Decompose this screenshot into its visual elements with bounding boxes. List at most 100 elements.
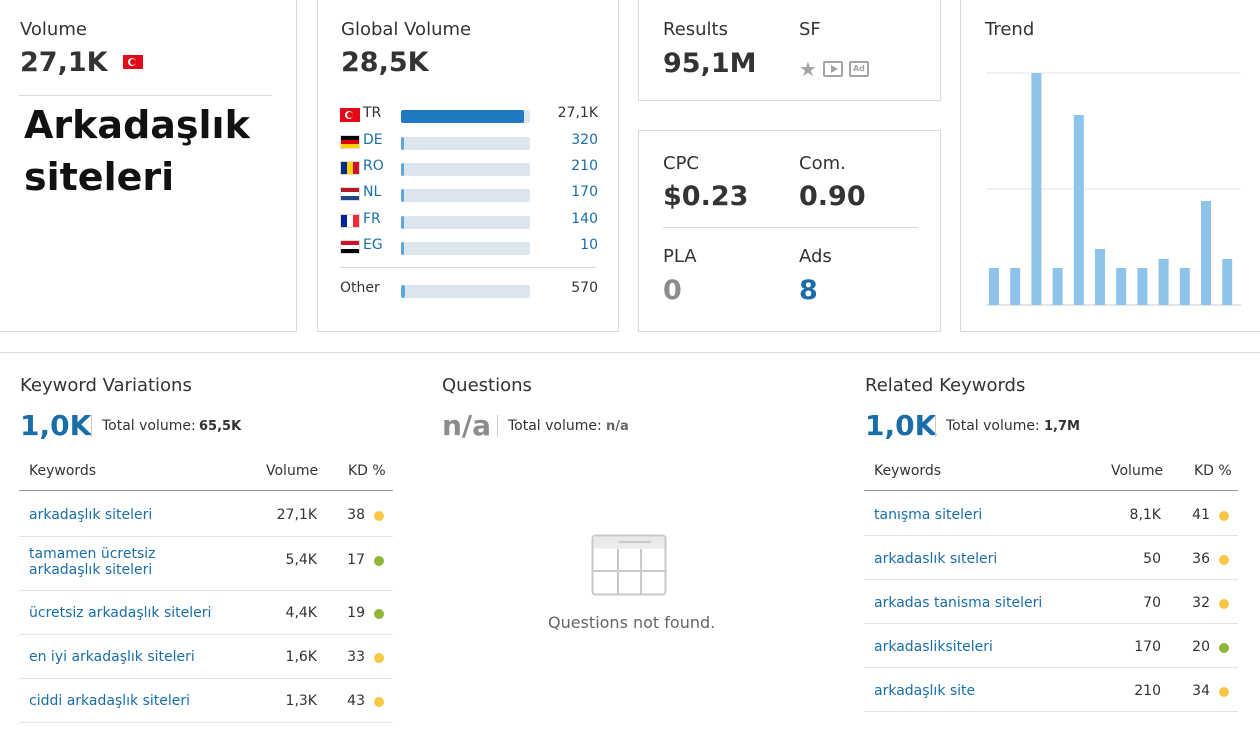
country-row-eg[interactable]: EG 10 (340, 237, 598, 257)
keyword-link[interactable]: arkadas tanisma siteleri (874, 595, 1042, 611)
global-volume-card: Global Volume 28,5K TR 27,1K DE 320 RO 2… (317, 0, 619, 332)
trend-bar[interactable] (1031, 73, 1042, 305)
total-volume-label: Total volume: (102, 418, 196, 434)
keyword-kd: 43 (347, 693, 365, 709)
kd-column-header[interactable]: KD % (348, 463, 386, 479)
kd-difficulty-dot-icon (1219, 555, 1229, 565)
country-volume[interactable]: 170 (571, 184, 598, 200)
keyword-link[interactable]: arkadaşlık siteleri (29, 507, 152, 523)
keyword-link[interactable]: tanışma siteleri (874, 507, 982, 523)
keyword-kd: 20 (1192, 639, 1210, 655)
keyword-kd: 33 (347, 649, 365, 665)
romania-flag-icon (340, 161, 360, 175)
trend-bar[interactable] (1201, 201, 1211, 305)
country-row-tr[interactable]: TR 27,1K (340, 105, 598, 125)
trend-bar[interactable] (1073, 115, 1084, 305)
country-volume[interactable]: 210 (571, 158, 598, 174)
trend-bar[interactable] (1116, 268, 1127, 305)
trend-bar[interactable] (989, 268, 999, 305)
table-header: Keywords Volume KD % (19, 455, 393, 491)
keyword-volume: 27,1K (276, 507, 317, 523)
trend-card: Trend (960, 0, 1260, 332)
keyword-heading: Arkadaşlık siteleri (24, 103, 250, 199)
trend-bar[interactable] (1158, 259, 1169, 305)
country-row-nl[interactable]: NL 170 (340, 184, 598, 204)
volume-bar-fill (401, 189, 404, 202)
keyword-volume: 5,4K (285, 552, 317, 568)
keyword-variations-title: Keyword Variations (20, 375, 192, 396)
ads-value[interactable]: 8 (799, 275, 818, 306)
france-flag-icon (340, 214, 360, 228)
trend-bar[interactable] (1137, 268, 1148, 305)
country-volume[interactable]: 320 (571, 132, 598, 148)
country-code[interactable]: RO (363, 158, 384, 174)
competition-value: 0.90 (799, 181, 866, 212)
volume-bar (401, 216, 530, 229)
pla-value: 0 (663, 275, 682, 306)
trend-bar[interactable] (1010, 268, 1021, 305)
table-row: arkadaşlık siteleri 27,1K 38 (19, 492, 393, 537)
total-volume-label: Total volume: (508, 418, 602, 434)
trend-bar[interactable] (1222, 259, 1233, 305)
volume-bar (401, 189, 530, 202)
country-code[interactable]: EG (363, 237, 383, 253)
country-row-de[interactable]: DE 320 (340, 132, 598, 152)
competition-label: Com. (799, 153, 846, 174)
table-row: en iyi arkadaşlık siteleri 1,6K 33 (19, 635, 393, 679)
pla-label: PLA (663, 246, 697, 267)
trend-bar[interactable] (1052, 268, 1063, 305)
trend-chart (986, 72, 1241, 306)
keyword-link[interactable]: arkadaşlık site (874, 683, 975, 699)
keyword-link[interactable]: arkadasliksiteleri (874, 639, 993, 655)
keyword-variations-count[interactable]: 1,0K (20, 409, 91, 442)
keyword-kd: 41 (1192, 507, 1210, 523)
total-volume-value: n/a (606, 419, 629, 434)
star-icon[interactable]: ★ (799, 59, 817, 79)
kd-difficulty-dot-icon (1219, 511, 1229, 521)
egypt-flag-icon (340, 240, 360, 254)
country-volume[interactable]: 140 (571, 211, 598, 227)
keywords-column-header[interactable]: Keywords (29, 463, 96, 479)
country-code[interactable]: FR (363, 211, 381, 227)
germany-flag-icon (340, 135, 360, 149)
volume-column-header[interactable]: Volume (266, 463, 318, 479)
country-row-fr[interactable]: FR 140 (340, 211, 598, 231)
keyword-link[interactable]: en iyi arkadaşlık siteleri (29, 649, 195, 665)
keyword-volume: 8,1K (1129, 507, 1161, 523)
turkey-flag-icon (340, 108, 360, 122)
kd-column-header[interactable]: KD % (1194, 463, 1232, 479)
country-volume[interactable]: 10 (580, 237, 598, 253)
divider (19, 95, 272, 96)
volume-column-header[interactable]: Volume (1111, 463, 1163, 479)
keyword-link[interactable]: tamamen ücretsiz arkadaşlık siteleri (29, 546, 229, 578)
total-volume-label: Total volume: (946, 418, 1040, 434)
keyword-kd: 32 (1192, 595, 1210, 611)
volume-bar-fill (401, 216, 404, 229)
country-code[interactable]: DE (363, 132, 383, 148)
other-volume: 570 (571, 280, 598, 296)
trend-bar[interactable] (1179, 268, 1190, 305)
total-volume-value: 1,7M (1044, 419, 1080, 434)
kd-difficulty-dot-icon (1219, 687, 1229, 697)
keyword-link[interactable]: arkadaslık sıteleri (874, 551, 997, 567)
keyword-kd: 17 (347, 552, 365, 568)
global-volume-label: Global Volume (341, 19, 472, 40)
ad-icon[interactable]: Ad (848, 61, 869, 77)
video-icon[interactable] (822, 61, 843, 77)
results-label: Results (663, 19, 728, 40)
volume-bar-fill (401, 137, 404, 150)
related-keywords-count[interactable]: 1,0K (865, 409, 936, 442)
keyword-link[interactable]: ciddi arkadaşlık siteleri (29, 693, 190, 709)
separator (935, 415, 936, 437)
trend-bar[interactable] (1095, 249, 1105, 305)
volume-number: 27,1K (20, 47, 108, 78)
table-header: Keywords Volume KD % (864, 455, 1238, 491)
country-row-ro[interactable]: RO 210 (340, 158, 598, 178)
keyword-link[interactable]: ücretsiz arkadaşlık siteleri (29, 605, 211, 621)
kd-difficulty-dot-icon (1219, 599, 1229, 609)
country-row-other: Other 570 (340, 280, 598, 300)
empty-table-icon (591, 534, 667, 596)
country-code[interactable]: NL (363, 184, 381, 200)
keywords-column-header[interactable]: Keywords (874, 463, 941, 479)
section-divider (0, 352, 1260, 353)
